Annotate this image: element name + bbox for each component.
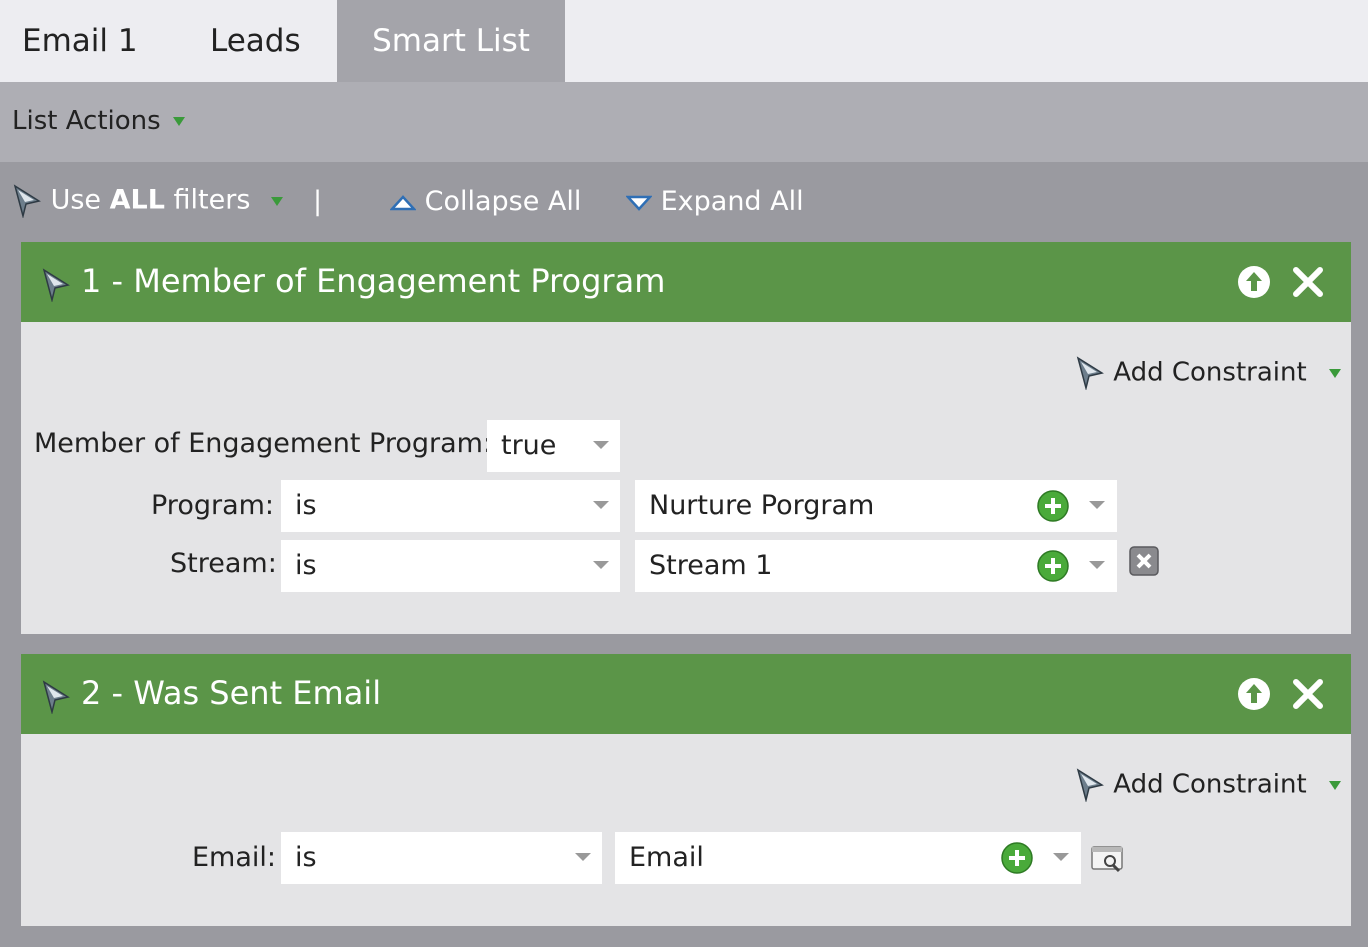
tab-label: Email 1	[22, 23, 138, 59]
chevron-down-icon	[1089, 501, 1105, 509]
expand-all-button[interactable]: Expand All	[625, 186, 804, 217]
tab-label: Smart List	[372, 23, 530, 59]
filter-title: 2 - Was Sent Email	[81, 674, 382, 712]
tab-smart-list[interactable]: Smart List	[337, 0, 565, 82]
program-operator-select[interactable]: is	[281, 480, 620, 532]
filter-card-1: 1 - Member of Engagement Program Add Con…	[21, 242, 1351, 634]
list-actions-label: List Actions	[12, 106, 161, 136]
chevron-down-icon	[575, 853, 591, 861]
browse-email-icon[interactable]	[1091, 844, 1125, 874]
select-value: is	[295, 842, 317, 873]
expand-down-icon	[625, 195, 653, 211]
add-value-icon[interactable]	[1001, 842, 1033, 874]
tab-email-1[interactable]: Email 1	[22, 0, 138, 82]
funnel-icon	[1076, 356, 1104, 390]
dropdown-arrow-icon	[172, 117, 185, 126]
select-value: true	[501, 430, 557, 461]
chevron-down-icon	[1053, 853, 1069, 861]
member-of-program-label: Member of Engagement Program:	[34, 428, 493, 459]
program-label: Program:	[151, 490, 275, 521]
remove-constraint-icon[interactable]	[1129, 546, 1159, 576]
dropdown-arrow-icon	[1328, 368, 1341, 378]
move-up-icon[interactable]	[1237, 265, 1271, 299]
member-of-program-select[interactable]: true	[487, 420, 620, 472]
filter-title: 1 - Member of Engagement Program	[81, 262, 666, 300]
stream-label: Stream:	[170, 548, 277, 579]
add-value-icon[interactable]	[1037, 490, 1069, 522]
tab-bar: Email 1 Leads Smart List	[0, 0, 1368, 82]
collapse-up-icon	[389, 194, 417, 210]
use-suffix: filters	[164, 184, 251, 216]
use-all-filters-menu[interactable]: Use ALL filters	[12, 184, 283, 218]
email-operator-select[interactable]: is	[281, 832, 602, 884]
select-value: Stream 1	[649, 550, 773, 581]
expand-all-label: Expand All	[660, 186, 804, 217]
use-all-bold: ALL	[109, 184, 165, 216]
funnel-icon	[1076, 768, 1104, 802]
use-prefix: Use	[50, 184, 110, 216]
tab-leads[interactable]: Leads	[210, 0, 301, 82]
add-value-icon[interactable]	[1037, 550, 1069, 582]
select-value: is	[295, 550, 317, 581]
funnel-icon	[42, 268, 70, 302]
select-value: Nurture Porgram	[649, 490, 875, 521]
email-label: Email:	[192, 842, 277, 873]
filter-card-2: 2 - Was Sent Email Add Constraint Email:…	[21, 654, 1351, 926]
close-icon[interactable]	[1291, 265, 1325, 299]
toolbar-separator: |	[313, 186, 323, 217]
list-actions-bar: List Actions	[0, 82, 1368, 162]
select-value: Email	[629, 842, 704, 873]
funnel-icon	[13, 184, 41, 218]
chevron-down-icon	[593, 501, 609, 509]
program-value-select[interactable]: Nurture Porgram	[635, 480, 1117, 532]
dropdown-arrow-icon	[271, 196, 283, 206]
move-up-icon[interactable]	[1237, 677, 1271, 711]
add-constraint-button[interactable]: Add Constraint	[1075, 356, 1341, 390]
filter-toolbar: Use ALL filters | Collapse All Expand Al…	[0, 162, 1368, 240]
add-constraint-button[interactable]: Add Constraint	[1075, 768, 1341, 802]
funnel-icon	[42, 680, 70, 714]
stream-operator-select[interactable]: is	[281, 540, 620, 592]
close-icon[interactable]	[1291, 677, 1325, 711]
stream-value-select[interactable]: Stream 1	[635, 540, 1117, 592]
email-value-select[interactable]: Email	[615, 832, 1081, 884]
filter-header: 1 - Member of Engagement Program	[21, 242, 1351, 322]
add-constraint-label: Add Constraint	[1113, 357, 1307, 388]
filter-header: 2 - Was Sent Email	[21, 654, 1351, 734]
chevron-down-icon	[593, 561, 609, 569]
collapse-all-label: Collapse All	[424, 186, 582, 217]
list-actions-menu[interactable]: List Actions	[12, 106, 185, 136]
add-constraint-label: Add Constraint	[1113, 769, 1307, 800]
tab-label: Leads	[210, 23, 301, 59]
dropdown-arrow-icon	[1328, 780, 1341, 790]
collapse-all-button[interactable]: Collapse All	[389, 186, 582, 217]
chevron-down-icon	[593, 441, 609, 449]
select-value: is	[295, 490, 317, 521]
chevron-down-icon	[1089, 561, 1105, 569]
